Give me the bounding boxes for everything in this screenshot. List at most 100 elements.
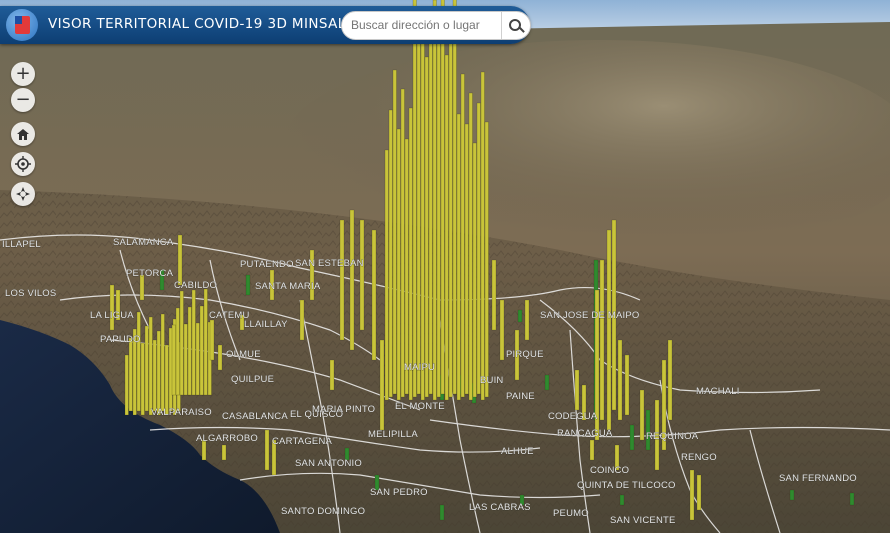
case-bar[interactable] — [203, 288, 208, 396]
compass-button[interactable] — [11, 182, 35, 206]
case-bar[interactable] — [388, 109, 393, 398]
case-bar[interactable] — [412, 0, 417, 398]
case-bar[interactable] — [148, 316, 153, 416]
case-bar[interactable] — [517, 309, 523, 323]
place-label: LA LIGUA — [90, 310, 134, 321]
case-bar[interactable] — [339, 219, 345, 341]
case-bar[interactable] — [359, 219, 365, 331]
search-icon[interactable] — [501, 12, 530, 39]
case-bar[interactable] — [436, 35, 441, 398]
case-bar[interactable] — [400, 88, 405, 398]
case-bar[interactable] — [456, 113, 461, 401]
case-bar[interactable] — [439, 504, 445, 521]
case-bar[interactable] — [444, 54, 449, 401]
case-bar[interactable] — [109, 284, 115, 331]
case-bar[interactable] — [177, 234, 183, 286]
case-bar[interactable] — [175, 307, 180, 396]
case-bar[interactable] — [428, 16, 433, 395]
case-bar[interactable] — [124, 354, 129, 416]
case-bar[interactable] — [544, 374, 550, 391]
case-bar[interactable] — [379, 339, 385, 431]
case-bar[interactable] — [629, 424, 635, 451]
case-bar[interactable] — [416, 37, 421, 395]
case-bar[interactable] — [491, 259, 497, 331]
case-bar[interactable] — [468, 92, 473, 401]
case-bar[interactable] — [299, 299, 305, 341]
case-bar[interactable] — [195, 322, 200, 396]
case-bar[interactable] — [164, 344, 169, 416]
app-title: VISOR TERRITORIAL COVID-19 3D MINSAL — [48, 16, 346, 32]
case-bar[interactable] — [696, 474, 702, 511]
case-bar[interactable] — [329, 359, 335, 391]
case-bar[interactable] — [156, 330, 161, 416]
case-bar[interactable] — [371, 229, 377, 361]
case-bar[interactable] — [424, 56, 429, 398]
case-bar[interactable] — [187, 306, 192, 396]
case-bar[interactable] — [617, 339, 623, 421]
place-label: LAS CABRAS — [469, 502, 531, 513]
zoom-out-button[interactable]: − — [11, 88, 35, 112]
place-label: LLAILLAY — [244, 319, 288, 330]
case-bar[interactable] — [574, 369, 580, 411]
case-bar[interactable] — [599, 259, 605, 421]
place-label: MARIA PINTO — [312, 404, 375, 415]
case-bar[interactable] — [472, 142, 477, 398]
plus-icon: + — [15, 63, 31, 84]
case-bar[interactable] — [480, 71, 485, 401]
case-bar[interactable] — [789, 489, 795, 501]
case-bar[interactable] — [221, 444, 227, 461]
case-bar[interactable] — [179, 290, 184, 396]
home-button[interactable] — [11, 122, 35, 146]
case-bar[interactable] — [384, 149, 389, 401]
map-3d-scene[interactable]: ILLAPEL SALAMANCA PETORCA LOS VILOS CABILDO P… — [0, 0, 890, 533]
case-bar[interactable] — [183, 323, 188, 396]
case-bar[interactable] — [452, 0, 457, 395]
case-bar[interactable] — [432, 0, 437, 401]
case-bar[interactable] — [639, 389, 645, 441]
case-bar[interactable] — [349, 209, 355, 351]
search-box[interactable] — [341, 11, 531, 40]
locate-button[interactable] — [11, 152, 35, 176]
case-bar[interactable] — [619, 494, 625, 506]
compass-icon — [16, 187, 30, 201]
case-bar[interactable] — [217, 344, 223, 371]
case-bar[interactable] — [396, 128, 401, 401]
case-bar[interactable] — [140, 342, 145, 416]
case-bar[interactable] — [404, 138, 409, 395]
case-bar[interactable] — [199, 305, 204, 396]
search-input[interactable] — [349, 17, 503, 33]
case-bar[interactable] — [624, 354, 630, 416]
case-bar[interactable] — [606, 229, 612, 431]
case-bar[interactable] — [464, 123, 469, 395]
case-bar[interactable] — [499, 299, 505, 361]
case-bar[interactable] — [524, 299, 530, 341]
case-bar[interactable] — [448, 14, 453, 398]
case-bar[interactable] — [484, 121, 489, 398]
case-bar[interactable] — [645, 409, 651, 451]
case-bar[interactable] — [420, 6, 425, 401]
case-bar[interactable] — [128, 337, 133, 412]
case-bar[interactable] — [440, 0, 445, 395]
case-bar[interactable] — [136, 311, 141, 412]
case-bar[interactable] — [209, 319, 215, 361]
case-bar[interactable] — [245, 274, 251, 296]
case-bar[interactable] — [152, 339, 157, 412]
case-bar[interactable] — [667, 339, 673, 421]
case-bar[interactable] — [589, 439, 595, 461]
zoom-in-button[interactable]: + — [11, 62, 35, 86]
case-bar[interactable] — [689, 469, 695, 521]
place-label: PUTAENDO — [240, 259, 294, 270]
case-bar[interactable] — [476, 102, 481, 395]
case-bar[interactable] — [191, 289, 196, 396]
case-bar[interactable] — [392, 69, 397, 395]
map-viewer[interactable]: ILLAPEL SALAMANCA PETORCA LOS VILOS CABILDO P… — [0, 0, 890, 533]
case-bar[interactable] — [264, 429, 270, 471]
case-bar[interactable] — [160, 313, 165, 412]
place-label: PAINE — [506, 391, 535, 402]
case-bar[interactable] — [144, 325, 149, 412]
case-bar[interactable] — [849, 492, 855, 506]
case-bar[interactable] — [408, 107, 413, 401]
case-bar[interactable] — [460, 73, 465, 398]
case-bar[interactable] — [171, 324, 176, 396]
place-label: PEUMO — [553, 508, 589, 519]
